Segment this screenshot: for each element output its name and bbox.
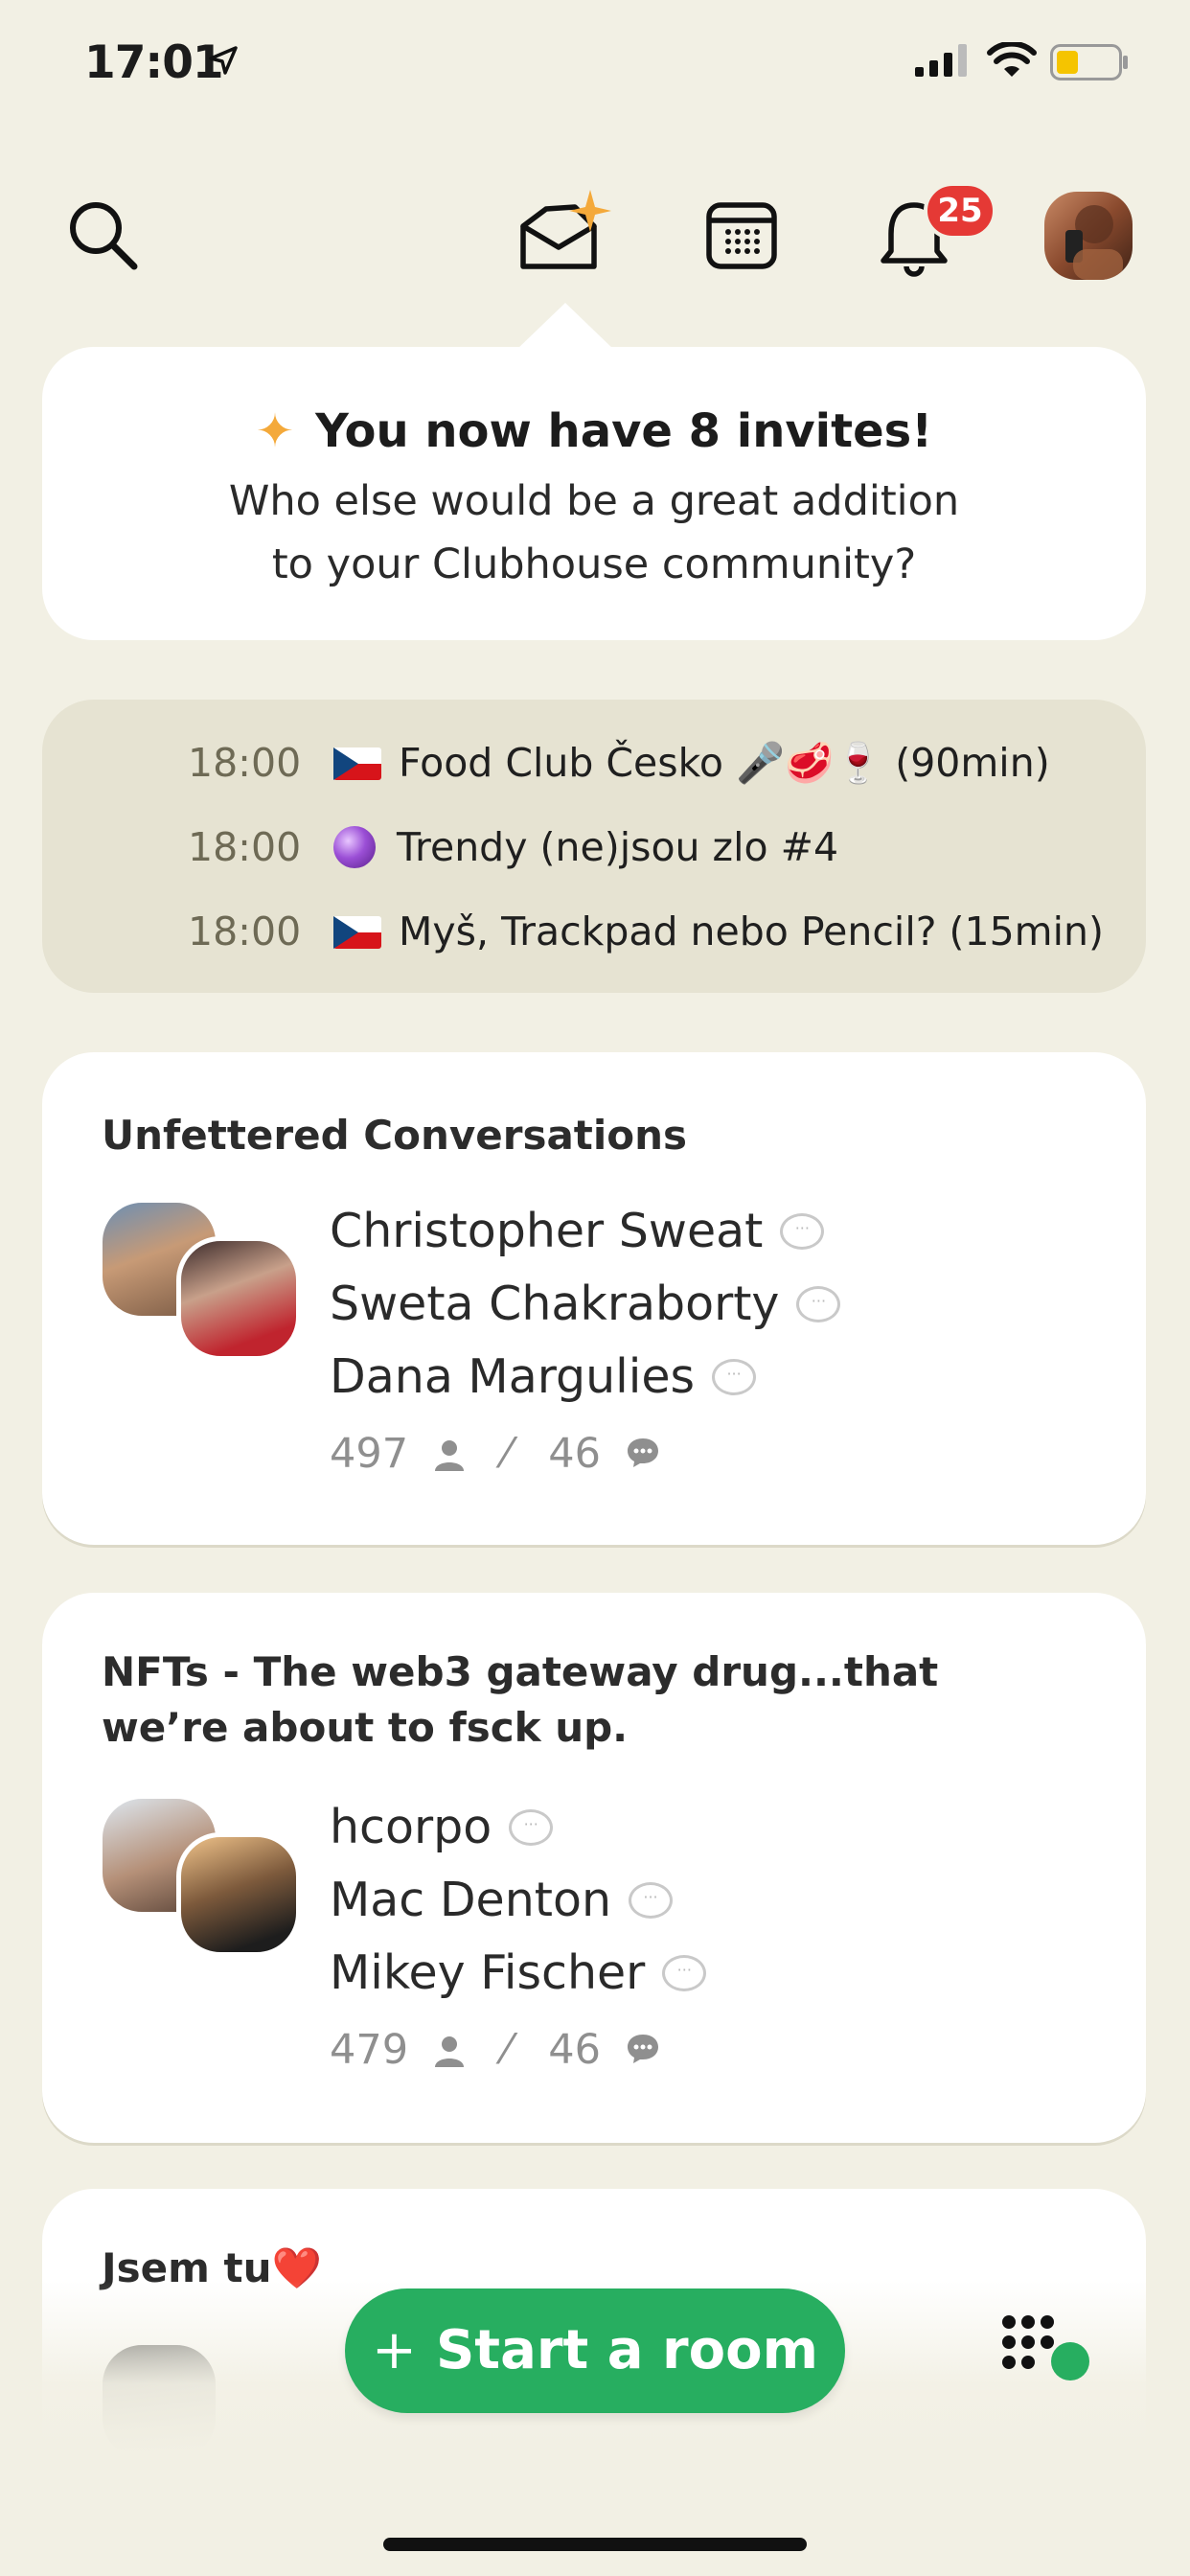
speaker-name: hcorpo [330, 1800, 492, 1854]
speech-bubble-icon: ··· [780, 1213, 825, 1250]
czech-flag-icon [333, 748, 381, 780]
event-title-row: Trendy (ne)jsou zlo #4 [333, 824, 838, 870]
start-room-label: Start a room [435, 2319, 818, 2381]
backchannel-grid-icon[interactable] [1000, 2313, 1092, 2386]
event-time: 18:00 [188, 740, 302, 786]
speaker-name-row: Sweta Chakraborty ··· [330, 1276, 841, 1331]
speaker-name-row: Dana Margulies ··· [330, 1349, 757, 1404]
invite-title-row: ✦ You now have 8 invites! [42, 404, 1146, 458]
room-title: Unfettered Conversations [102, 1112, 688, 1159]
search-icon[interactable] [65, 197, 142, 274]
chat-bubble-icon [627, 1438, 658, 1467]
start-room-button[interactable]: + Start a room [345, 2288, 845, 2413]
notification-badge: 25 [924, 182, 996, 240]
invite-envelope-icon[interactable] [517, 188, 617, 276]
profile-avatar[interactable] [1044, 192, 1133, 280]
invite-line-1: Who else would be a great addition [228, 477, 960, 525]
speech-bubble-icon: ··· [509, 1809, 554, 1846]
speaker-avatar[interactable] [176, 1236, 301, 1361]
room-card[interactable]: Unfettered Conversations Christopher Swe… [42, 1052, 1146, 1545]
speaker-name: Mikey Fischer [330, 1945, 646, 2000]
wifi-icon [987, 42, 1037, 77]
plus-icon: + [372, 2319, 417, 2381]
profile-photo-icon [1065, 205, 1123, 280]
speaker-name: Dana Margulies [330, 1349, 696, 1404]
speaker-name-row: Mac Denton ··· [330, 1873, 673, 1927]
listener-count: 479 [330, 2026, 409, 2074]
invite-card-pointer [515, 303, 615, 351]
sparkle-icon: ✦ [255, 404, 295, 458]
speech-bubble-icon: ··· [629, 1882, 673, 1919]
upcoming-event[interactable]: 18:00 Trendy (ne)jsou zlo #4 [42, 805, 1146, 882]
room-card[interactable]: NFTs - The web3 gateway drug...that we’r… [42, 1593, 1146, 2143]
room-stats: 479 ⁄ 46 [330, 2026, 660, 2074]
chat-bubble-icon [627, 2035, 658, 2063]
home-indicator [383, 2538, 807, 2551]
location-arrow-icon [209, 46, 238, 75]
czech-flag-icon [333, 916, 381, 949]
upcoming-event[interactable]: 18:00 Food Club Česko 🎤🥩🍷 (90min) [42, 721, 1146, 797]
cellular-signal-icon [915, 44, 967, 77]
listener-count: 497 [330, 1430, 409, 1478]
stats-separator: ⁄ [503, 1430, 511, 1478]
battery-icon [1050, 44, 1128, 80]
calendar-icon[interactable] [705, 199, 778, 272]
speaker-name: Christopher Sweat [330, 1204, 764, 1258]
speaker-name-row: Christopher Sweat ··· [330, 1204, 825, 1258]
upcoming-event[interactable]: 18:00 Myš, Trackpad nebo Pencil? (15min) [42, 889, 1146, 966]
upcoming-events[interactable]: 18:00 Food Club Česko 🎤🥩🍷 (90min) 18:00 … [42, 700, 1146, 993]
event-title: Trendy (ne)jsou zlo #4 [397, 824, 839, 870]
event-title-row: Food Club Česko 🎤🥩🍷 (90min) [333, 740, 1050, 787]
crystal-ball-icon [333, 826, 376, 868]
speech-bubble-icon: ··· [796, 1286, 841, 1322]
speaker-name: Mac Denton [330, 1873, 611, 1927]
invite-title: You now have 8 invites! [315, 404, 933, 458]
event-time: 18:00 [188, 908, 302, 954]
person-icon [434, 1440, 464, 1471]
speech-bubble-icon: ··· [662, 1955, 707, 1991]
invite-card[interactable]: ✦ You now have 8 invites! Who else would … [42, 347, 1146, 640]
speaker-name-row: Mikey Fischer ··· [330, 1945, 707, 2000]
speaker-count: 46 [548, 2026, 601, 2074]
invite-message: Who else would be a great addition to yo… [42, 470, 1146, 596]
stats-separator: ⁄ [503, 2026, 511, 2074]
person-icon [434, 2036, 464, 2067]
room-title: NFTs - The web3 gateway drug...that we’r… [102, 1648, 939, 1751]
status-time: 17:01 [84, 36, 224, 89]
speaker-name-row: hcorpo ··· [330, 1800, 554, 1854]
room-stats: 497 ⁄ 46 [330, 1430, 660, 1478]
speaker-name: Sweta Chakraborty [330, 1276, 780, 1331]
speech-bubble-icon: ··· [712, 1359, 757, 1395]
speaker-count: 46 [548, 1430, 601, 1478]
event-title: Myš, Trackpad nebo Pencil? (15min) [399, 908, 1104, 954]
invite-line-2: to your Clubhouse community? [271, 540, 917, 588]
event-time: 18:00 [188, 824, 302, 870]
speaker-avatar[interactable] [176, 1832, 301, 1957]
event-title: Food Club Česko 🎤🥩🍷 (90min) [399, 740, 1050, 786]
event-title-row: Myš, Trackpad nebo Pencil? (15min) [333, 908, 1104, 954]
